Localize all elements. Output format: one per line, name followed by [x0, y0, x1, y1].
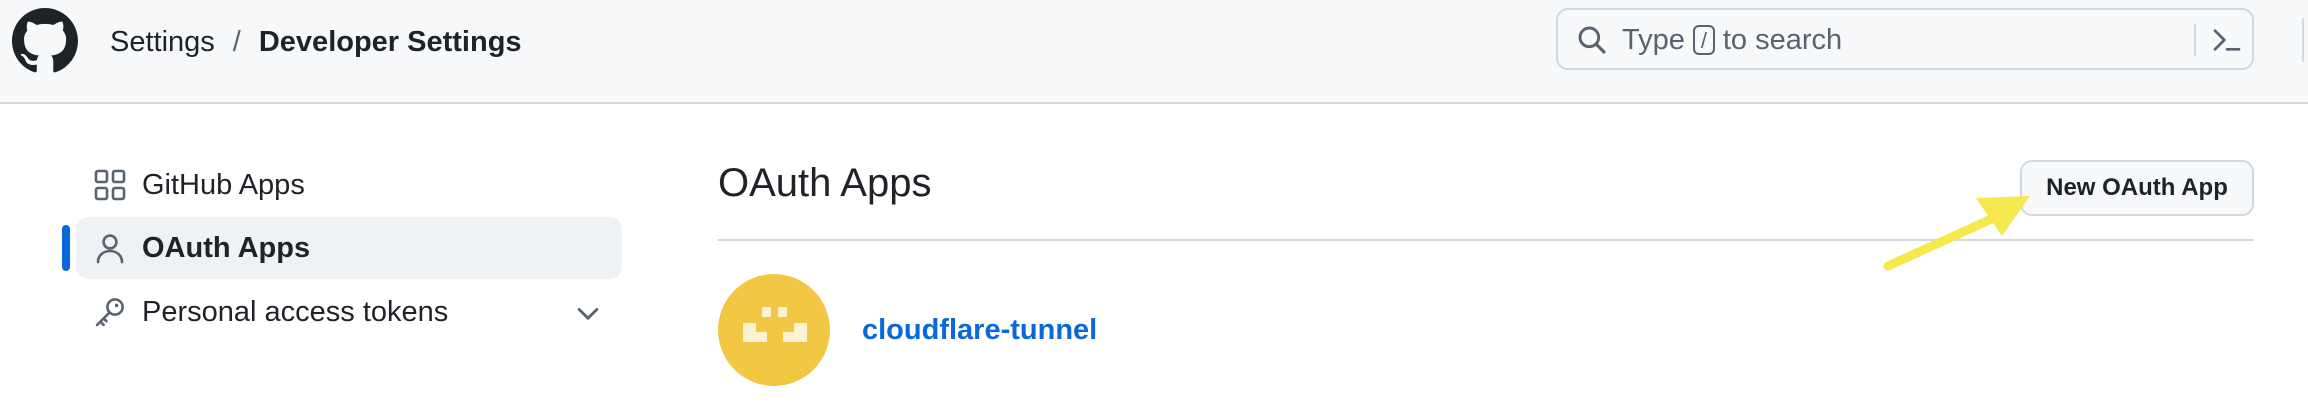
search-shortcut-key: / [1692, 25, 1715, 55]
sidebar-item-personal-access-tokens[interactable]: Personal access tokens [76, 281, 622, 343]
apps-grid-icon [94, 169, 126, 201]
search-suffix: to search [1722, 24, 1843, 56]
search-placeholder: Type / to search [1622, 22, 1842, 58]
search-divider [2194, 24, 2196, 56]
sidebar-item-label: GitHub Apps [142, 169, 305, 201]
command-palette-icon[interactable] [2210, 24, 2244, 56]
annotation-arrow-icon [1883, 196, 2030, 271]
person-icon [96, 234, 124, 264]
active-indicator [62, 225, 70, 271]
sidebar-item-label: OAuth Apps [142, 232, 311, 264]
sidebar-item-github-apps[interactable]: GitHub Apps [76, 154, 622, 216]
key-icon [95, 298, 124, 327]
new-oauth-app-button[interactable]: New OAuth App [2020, 160, 2254, 216]
breadcrumb-current: Developer Settings [258, 26, 522, 58]
chevron-down-icon[interactable] [574, 299, 602, 327]
app-avatar[interactable] [718, 274, 830, 386]
header-divider [2302, 18, 2304, 62]
search-icon [1578, 26, 1606, 54]
sidebar-item-oauth-apps[interactable]: OAuth Apps [76, 217, 622, 279]
search-prefix: Type [1622, 24, 1685, 56]
breadcrumb-separator: / [232, 26, 241, 58]
breadcrumb-settings-link[interactable]: Settings [110, 22, 215, 62]
page-title: OAuth Apps [718, 161, 932, 205]
breadcrumb: Settings / Developer Settings [110, 22, 522, 62]
search-input[interactable]: Type / to search [1556, 8, 2254, 70]
top-header: Settings / Developer Settings Type / to … [0, 0, 2308, 104]
app-name-link[interactable]: cloudflare-tunnel [862, 312, 1097, 348]
sidebar-item-label: Personal access tokens [142, 296, 449, 328]
github-logo-icon[interactable] [12, 8, 78, 74]
